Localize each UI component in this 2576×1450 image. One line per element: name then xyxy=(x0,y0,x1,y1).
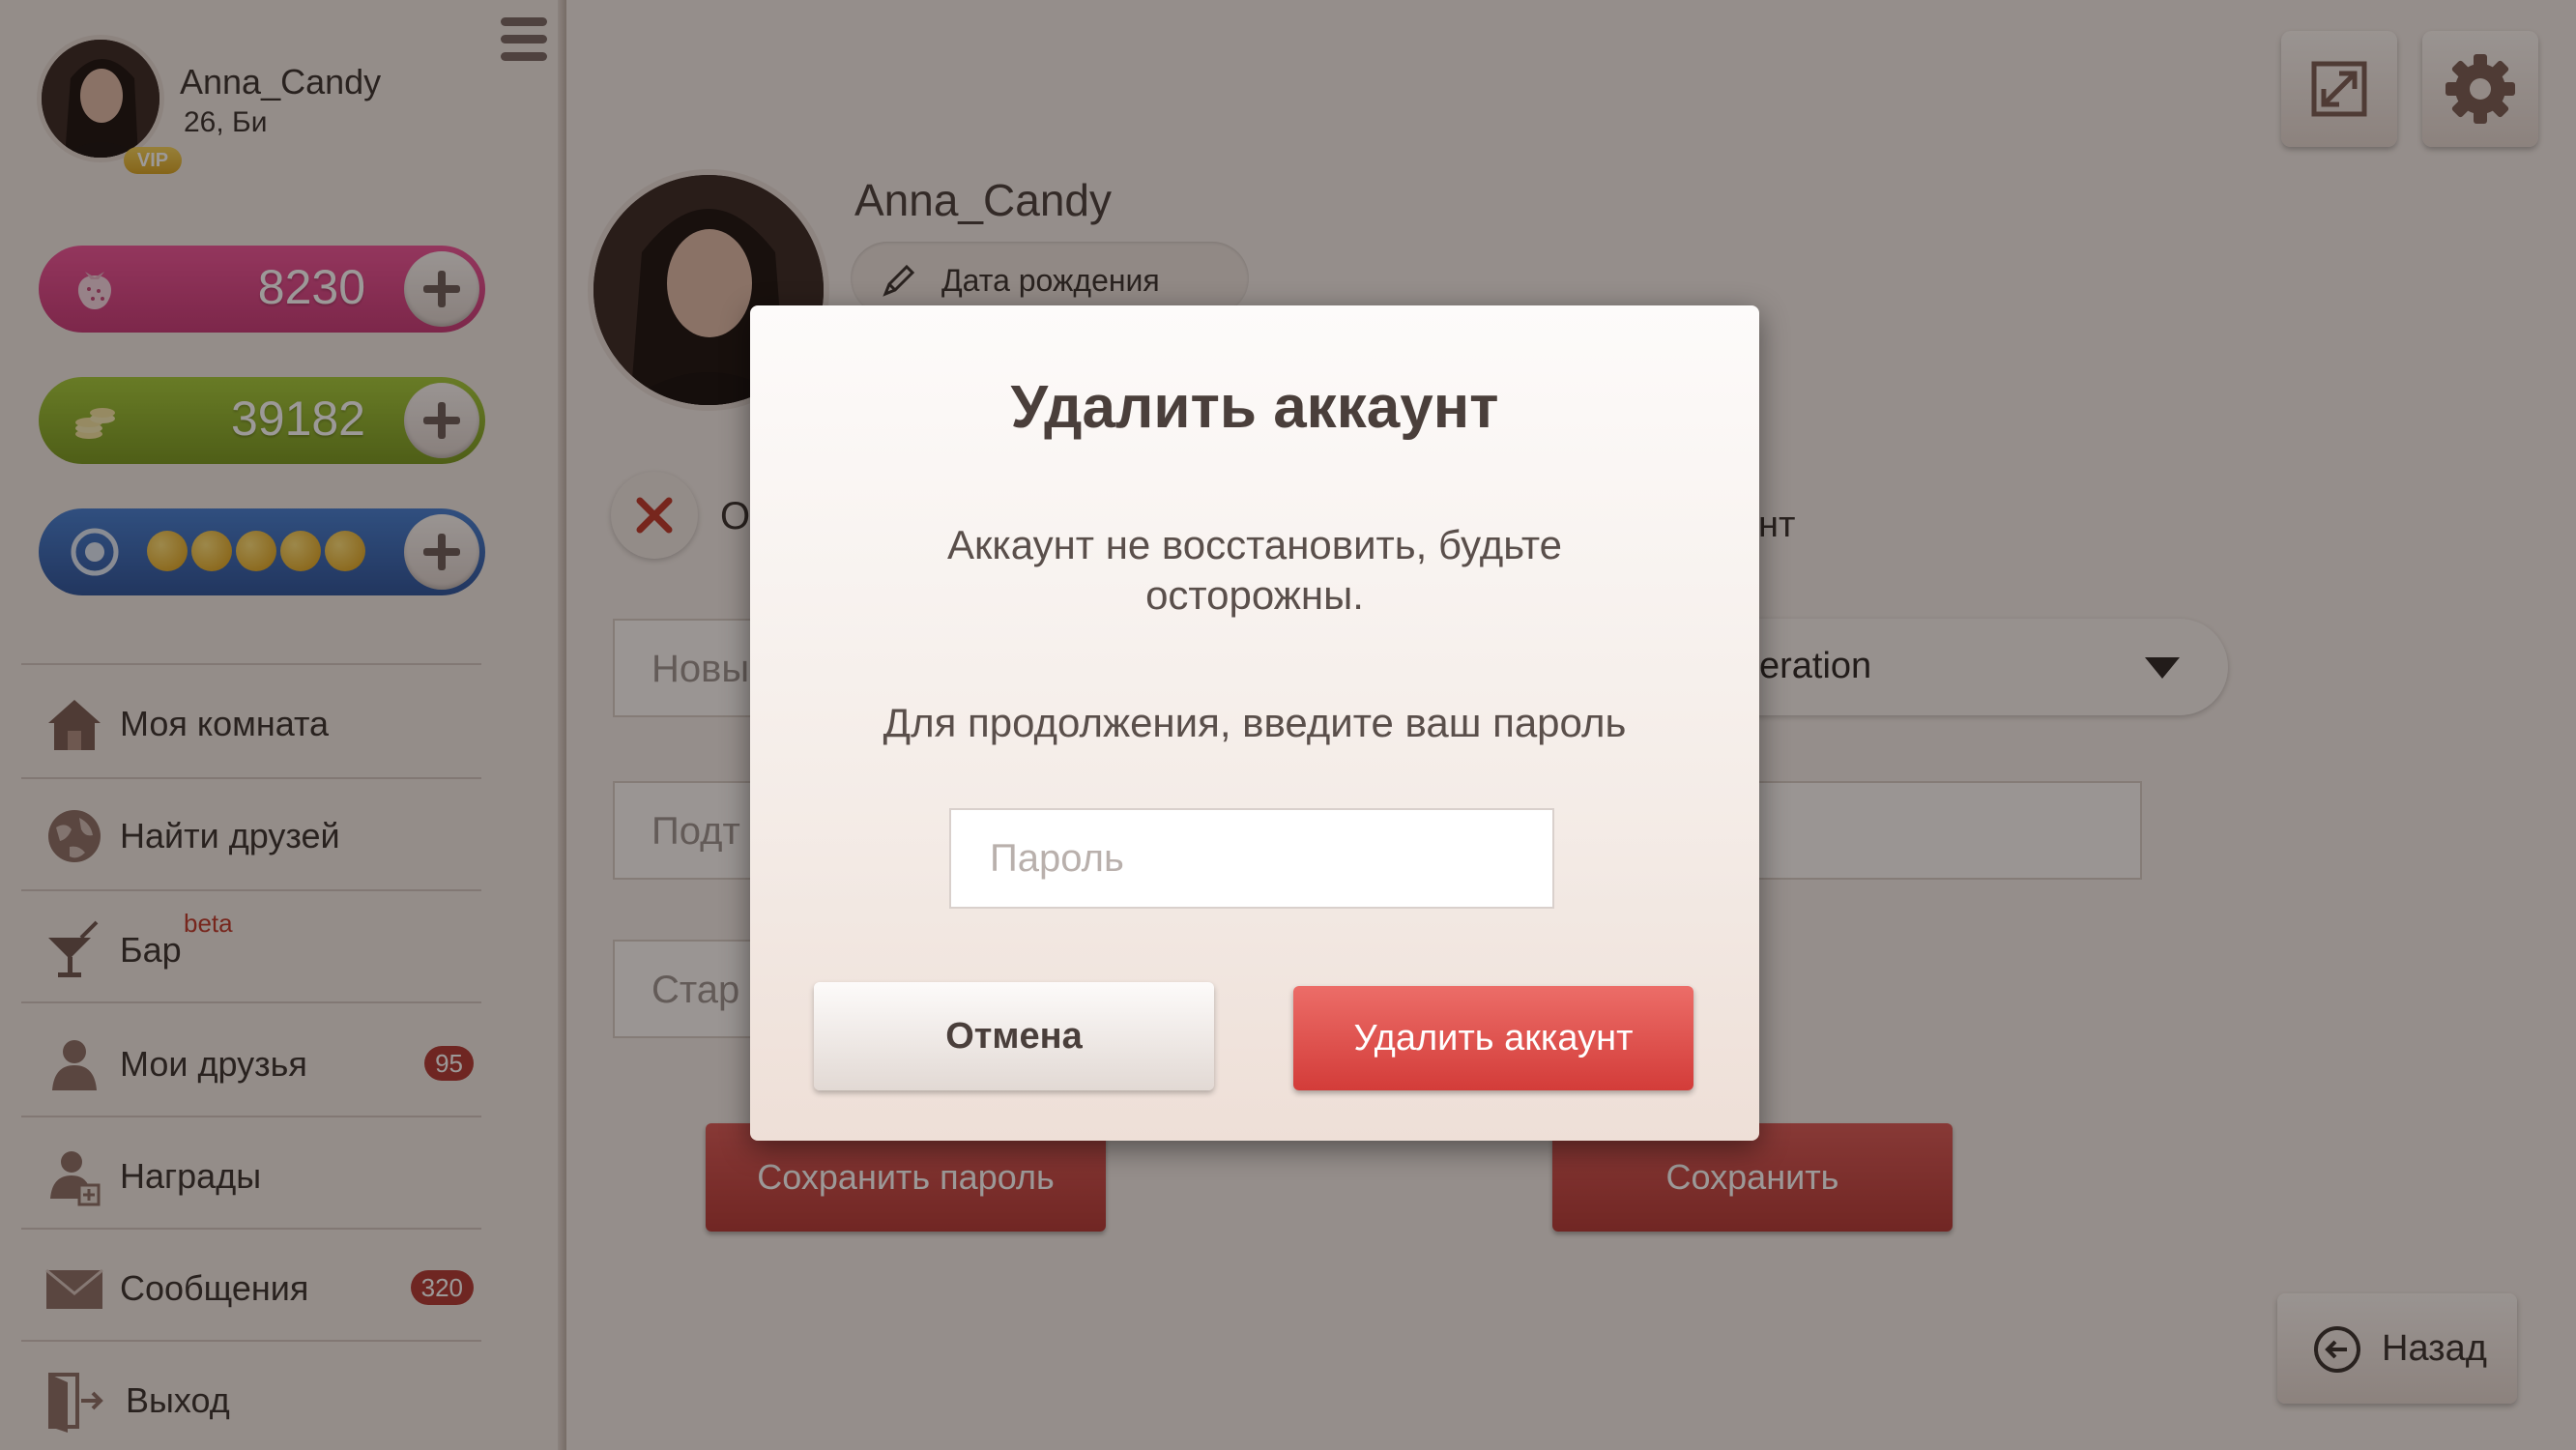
dialog-warning: Аккаунт не восстановить, будьте осторожн… xyxy=(947,522,1562,618)
dialog-prompt: Для продолжения, введите ваш пароль xyxy=(883,700,1627,745)
cancel-button[interactable]: Отмена xyxy=(814,982,1214,1090)
password-input[interactable] xyxy=(949,808,1554,909)
delete-account-dialog: Удалить аккаунт Аккаунт не восстановить,… xyxy=(750,305,1759,1141)
delete-account-button[interactable]: Удалить аккаунт xyxy=(1293,986,1693,1090)
dialog-title: Удалить аккаунт xyxy=(1010,374,1499,441)
